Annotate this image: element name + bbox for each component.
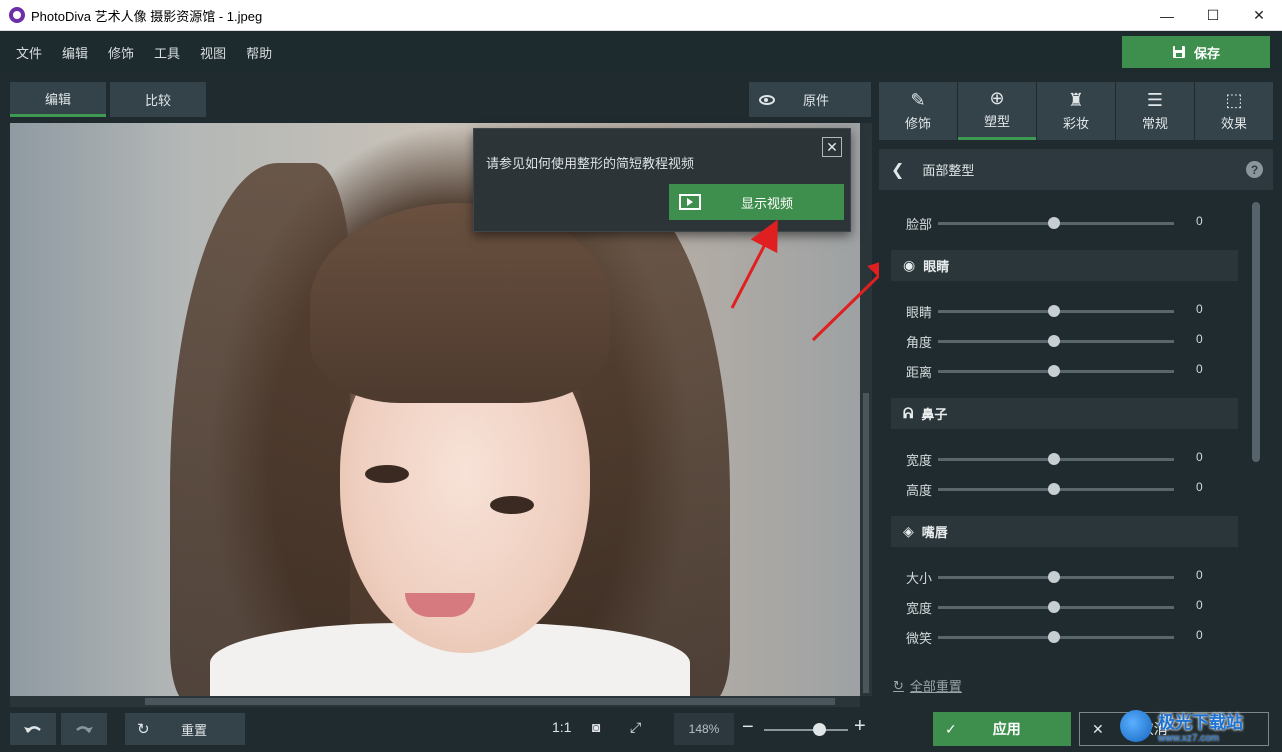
effects-icon: ⬚ — [1225, 89, 1243, 110]
slider-knob[interactable] — [1048, 305, 1060, 317]
panel-scrollbar[interactable] — [1252, 202, 1260, 462]
tab-makeup[interactable]: ♜ 彩妆 — [1037, 82, 1115, 140]
slider-row-lips-size: 大小 0 — [906, 567, 1206, 587]
slider-label: 宽度 — [906, 452, 933, 468]
slider-value: 0 — [1196, 332, 1203, 346]
zoom-in-icon[interactable]: + — [854, 715, 866, 738]
slider-value: 0 — [1196, 568, 1203, 582]
tab-effects-label: 效果 — [1220, 115, 1247, 131]
site-watermark: 极光下载站 www.xz7.com — [1120, 700, 1280, 752]
tab-retouch-label: 修饰 — [904, 115, 931, 131]
slider-row-face: 脸部 0 — [906, 213, 1206, 233]
tab-makeup-label: 彩妆 — [1062, 115, 1089, 131]
group-lips-label: 嘴唇 — [921, 525, 948, 540]
checkmark-icon: ✓ — [945, 720, 957, 737]
tab-retouch[interactable]: ✎ 修饰 — [879, 82, 957, 140]
slider-value: 0 — [1196, 362, 1203, 376]
slider-row-nose-width: 宽度 0 — [906, 449, 1206, 469]
watermark-sub-text: www.xz7.com — [1158, 733, 1220, 744]
tab-reshape-label: 塑型 — [983, 114, 1010, 129]
reset-all-label: 全部重置 — [909, 679, 962, 694]
group-eyes[interactable]: ◉ 眼睛 — [891, 250, 1238, 281]
slider-value: 0 — [1196, 598, 1203, 612]
arrow-to-show-video — [730, 219, 778, 309]
face-detect-icon[interactable]: ◙ — [592, 719, 600, 735]
slider-knob[interactable] — [1048, 217, 1060, 229]
slider-label: 距离 — [906, 364, 933, 380]
zoom-slider-knob[interactable] — [813, 723, 826, 736]
slider-value: 0 — [1196, 480, 1203, 494]
slider-knob[interactable] — [1048, 631, 1060, 643]
slider-label: 高度 — [906, 482, 933, 498]
zoom-level[interactable]: 148% — [674, 713, 734, 745]
actual-size-button[interactable]: 1:1 — [552, 719, 571, 735]
slider-row-lips-smile: 微笑 0 — [906, 627, 1206, 647]
redo-button[interactable] — [61, 713, 107, 745]
group-nose-label: 鼻子 — [921, 407, 948, 422]
slider-row-eyes-angle: 角度 0 — [906, 331, 1206, 351]
tab-reshape[interactable]: ⊕ 塑型 — [958, 82, 1036, 140]
slider-value: 0 — [1196, 628, 1203, 642]
lips-icon: ◈ — [903, 523, 914, 539]
slider-knob[interactable] — [1048, 483, 1060, 495]
tab-effects[interactable]: ⬚ 效果 — [1195, 82, 1273, 140]
reset-all-link[interactable]: ↻ 全部重置 — [893, 676, 962, 695]
zoom-slider[interactable] — [764, 729, 848, 731]
zoom-out-icon[interactable]: − — [742, 716, 754, 739]
watermark-main-text: 极光下载站 — [1158, 713, 1243, 732]
group-lips[interactable]: ◈ 嘴唇 — [891, 516, 1238, 547]
slider-value: 0 — [1196, 214, 1203, 228]
nose-icon: ᕱ — [903, 405, 914, 421]
cancel-x-icon: ✕ — [1092, 720, 1104, 737]
slider-row-eyes-size: 眼睛 0 — [906, 301, 1206, 321]
slider-row-nose-height: 高度 0 — [906, 479, 1206, 499]
retouch-icon: ✎ — [910, 89, 926, 110]
undo-button[interactable] — [10, 713, 56, 745]
apply-button[interactable]: ✓ 应用 — [933, 712, 1071, 746]
back-chevron-icon[interactable]: ❮ — [891, 160, 904, 180]
group-nose[interactable]: ᕱ 鼻子 — [891, 398, 1238, 429]
slider-label: 微笑 — [906, 630, 933, 646]
sliders-icon: ☰ — [1146, 89, 1164, 110]
reset-button[interactable]: ↻ 重置 — [125, 713, 245, 745]
slider-knob[interactable] — [1048, 571, 1060, 583]
reset-label: 重置 — [180, 722, 207, 738]
redo-icon — [76, 726, 93, 733]
help-icon[interactable]: ? — [1246, 161, 1263, 178]
fit-screen-icon[interactable]: ⤢ — [630, 719, 641, 736]
section-title: 面部整型 — [922, 163, 975, 178]
apply-label: 应用 — [992, 721, 1021, 737]
section-header: ❮ 面部整型 ? — [879, 149, 1273, 190]
group-eyes-label: 眼睛 — [923, 259, 950, 274]
slider-row-lips-width: 宽度 0 — [906, 597, 1206, 617]
eye-icon: ◉ — [903, 257, 916, 273]
slider-value: 0 — [1196, 302, 1203, 316]
slider-knob[interactable] — [1048, 365, 1060, 377]
makeup-icon: ♜ — [1067, 89, 1085, 110]
slider-row-eyes-distance: 距离 0 — [906, 361, 1206, 381]
slider-label: 大小 — [906, 570, 933, 586]
slider-value: 0 — [1196, 450, 1203, 464]
watermark-logo-icon — [1120, 710, 1152, 742]
slider-label: 脸部 — [906, 216, 933, 232]
reset-all-icon: ↻ — [893, 677, 904, 693]
slider-label: 宽度 — [906, 600, 933, 616]
slider-label: 角度 — [906, 334, 933, 350]
slider-knob[interactable] — [1048, 601, 1060, 613]
slider-knob[interactable] — [1048, 453, 1060, 465]
tab-general[interactable]: ☰ 常规 — [1116, 82, 1194, 140]
reset-icon: ↻ — [137, 721, 150, 738]
slider-knob[interactable] — [1048, 335, 1060, 347]
tool-tabs: ✎ 修饰 ⊕ 塑型 ♜ 彩妆 ☰ 常规 ⬚ 效果 — [879, 82, 1273, 140]
sliders-panel: 脸部 0 ◉ 眼睛 眼睛 0 角度 0 距离 0 ᕱ 鼻子 宽度 0 高度 0 … — [879, 190, 1273, 660]
slider-label: 眼睛 — [906, 304, 933, 320]
tab-general-label: 常规 — [1141, 115, 1168, 131]
reshape-icon: ⊕ — [989, 88, 1005, 108]
bottom-toolbar: ↻ 重置 1:1 ◙ ⤢ 148% − + — [0, 707, 875, 752]
undo-icon — [24, 726, 41, 733]
